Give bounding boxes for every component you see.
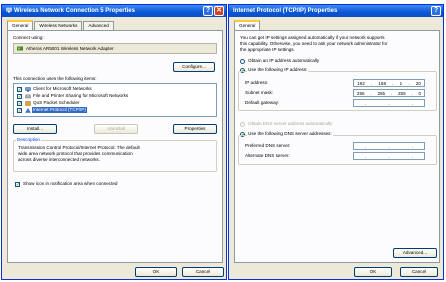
tab-wireless-networks[interactable]: Wireless Networks bbox=[34, 21, 83, 30]
network-adapter-icon bbox=[17, 46, 23, 51]
ok-button[interactable]: OK bbox=[135, 267, 177, 277]
list-item-selected[interactable]: Internet Protocol (TCP/IP) bbox=[32, 107, 87, 113]
ip-dot: . bbox=[411, 143, 413, 149]
ip-dot: . bbox=[388, 100, 390, 106]
subnet-mask-label: Subnet mask: bbox=[245, 90, 274, 95]
item-checkbox[interactable]: ✓ bbox=[17, 108, 22, 113]
description-title: Description bbox=[16, 137, 41, 143]
obtain-dns-radio[interactable] bbox=[240, 122, 245, 127]
subnet-mask-field[interactable]: 255. 255. 255. 0 bbox=[353, 89, 425, 97]
item-checkbox[interactable]: ✓ bbox=[17, 94, 22, 99]
ip-address-label: IP address: bbox=[245, 80, 269, 85]
printer-sharing-icon bbox=[25, 94, 31, 99]
general-panel: Connect using: Atheros AR5001 Wireless N… bbox=[7, 30, 223, 263]
ip-dot: . bbox=[408, 80, 410, 86]
ip-dot: . bbox=[388, 153, 390, 159]
general-panel: You can get IP settings assigned automat… bbox=[234, 30, 440, 263]
network-icon bbox=[6, 6, 12, 13]
ip-dot: . bbox=[411, 100, 413, 106]
help-button[interactable]: ? bbox=[203, 6, 213, 16]
connect-using-label: Connect using: bbox=[13, 35, 44, 40]
show-icon-checkbox[interactable]: ✓ bbox=[15, 182, 20, 187]
window-title: Internet Protocol (TCP/IP) Properties bbox=[233, 8, 338, 14]
use-ip-label: Use the following IP address: bbox=[247, 67, 309, 73]
list-item[interactable]: QoS Packet Scheduler bbox=[33, 100, 79, 106]
adapter-field: Atheros AR5001 Wireless Network Adapter bbox=[13, 43, 217, 54]
tab-general[interactable]: General bbox=[234, 20, 261, 30]
item-checkbox[interactable]: ✓ bbox=[17, 87, 22, 92]
configure-button[interactable]: Configure... bbox=[173, 62, 215, 72]
client-icon bbox=[25, 87, 31, 92]
ip-octet[interactable]: 192 bbox=[357, 81, 365, 86]
ip-dot: . bbox=[365, 143, 367, 149]
help-button[interactable]: ? bbox=[431, 6, 441, 16]
use-dns-label: Use the following DNS server addresses: bbox=[247, 131, 333, 137]
alternate-dns-label: Alternate DNS server: bbox=[245, 153, 290, 158]
items-label: This connection uses the following items… bbox=[13, 76, 97, 81]
ip-octet[interactable]: 168 bbox=[378, 81, 386, 86]
list-item[interactable]: File and Printer Sharing for Microsoft N… bbox=[33, 93, 128, 99]
tab-strip: General bbox=[234, 20, 261, 30]
alternate-dns-field[interactable]: ... bbox=[353, 152, 425, 160]
ip-dot: . bbox=[392, 80, 394, 86]
item-checkbox[interactable]: ✓ bbox=[17, 101, 22, 106]
show-icon-label: Show icon in notification area when conn… bbox=[23, 181, 118, 186]
intro-text-line: the appropriate IP settings. bbox=[240, 47, 295, 52]
default-gateway-field[interactable]: ... bbox=[353, 99, 425, 107]
tcpip-properties-window: Internet Protocol (TCP/IP) Properties ? … bbox=[228, 4, 444, 280]
ok-button[interactable]: OK bbox=[354, 267, 392, 277]
obtain-ip-radio[interactable] bbox=[240, 59, 245, 64]
ip-dot: . bbox=[370, 80, 373, 86]
properties-button[interactable]: Properties bbox=[173, 124, 217, 134]
install-button[interactable]: Install... bbox=[13, 124, 57, 134]
preferred-dns-field[interactable]: ... bbox=[353, 142, 425, 150]
cancel-button[interactable]: Cancel bbox=[182, 267, 224, 277]
cancel-button[interactable]: Cancel bbox=[400, 267, 438, 277]
components-list[interactable]: ✓ Client for Microsoft Networks ✓ File a… bbox=[13, 83, 217, 117]
tab-advanced[interactable]: Advanced bbox=[83, 21, 114, 30]
ip-dot: . bbox=[388, 143, 390, 149]
ip-dot: . bbox=[390, 90, 393, 96]
window-title: Wireless Network Connection 5 Properties bbox=[14, 8, 135, 14]
ip-dot: . bbox=[365, 153, 367, 159]
advanced-button[interactable]: Advanced... bbox=[393, 248, 437, 258]
adapter-name: Atheros AR5001 Wireless Network Adapter bbox=[26, 45, 114, 51]
ip-octet[interactable]: 1 bbox=[400, 81, 403, 86]
tab-strip: General Wireless Networks Advanced bbox=[7, 20, 115, 30]
ip-octet[interactable]: 20 bbox=[416, 81, 421, 86]
protocol-icon bbox=[25, 108, 31, 113]
ip-dot: . bbox=[411, 90, 413, 96]
subnet-octet[interactable]: 255 bbox=[398, 91, 406, 96]
obtain-dns-label: Obtain DNS server address automatically bbox=[248, 121, 333, 126]
subnet-octet[interactable]: 255 bbox=[357, 91, 365, 96]
title-bar[interactable]: Internet Protocol (TCP/IP) Properties ? bbox=[229, 5, 443, 17]
description-text-line: across diverse interconnected networks. bbox=[18, 157, 100, 162]
subnet-octet[interactable]: 0 bbox=[419, 91, 422, 96]
default-gateway-label: Default gateway: bbox=[245, 100, 280, 105]
uninstall-button[interactable]: Uninstall bbox=[94, 124, 138, 134]
ip-dot: . bbox=[365, 100, 367, 106]
ip-dot: . bbox=[370, 90, 372, 96]
ip-address-field[interactable]: 192. 168. 1. 20 bbox=[353, 79, 425, 87]
tab-general[interactable]: General bbox=[7, 20, 34, 30]
list-item[interactable]: Client for Microsoft Networks bbox=[33, 86, 92, 92]
dns-group bbox=[238, 135, 437, 165]
preferred-dns-label: Preferred DNS server: bbox=[245, 143, 291, 148]
title-bar[interactable]: Wireless Network Connection 5 Properties… bbox=[2, 5, 226, 17]
ip-dot: . bbox=[411, 153, 413, 159]
close-button[interactable]: ✕ bbox=[214, 6, 224, 16]
subnet-octet[interactable]: 255 bbox=[377, 91, 385, 96]
scheduler-icon bbox=[25, 101, 31, 106]
obtain-ip-label: Obtain an IP address automatically bbox=[248, 58, 320, 63]
connection-properties-window: Wireless Network Connection 5 Properties… bbox=[1, 4, 227, 280]
